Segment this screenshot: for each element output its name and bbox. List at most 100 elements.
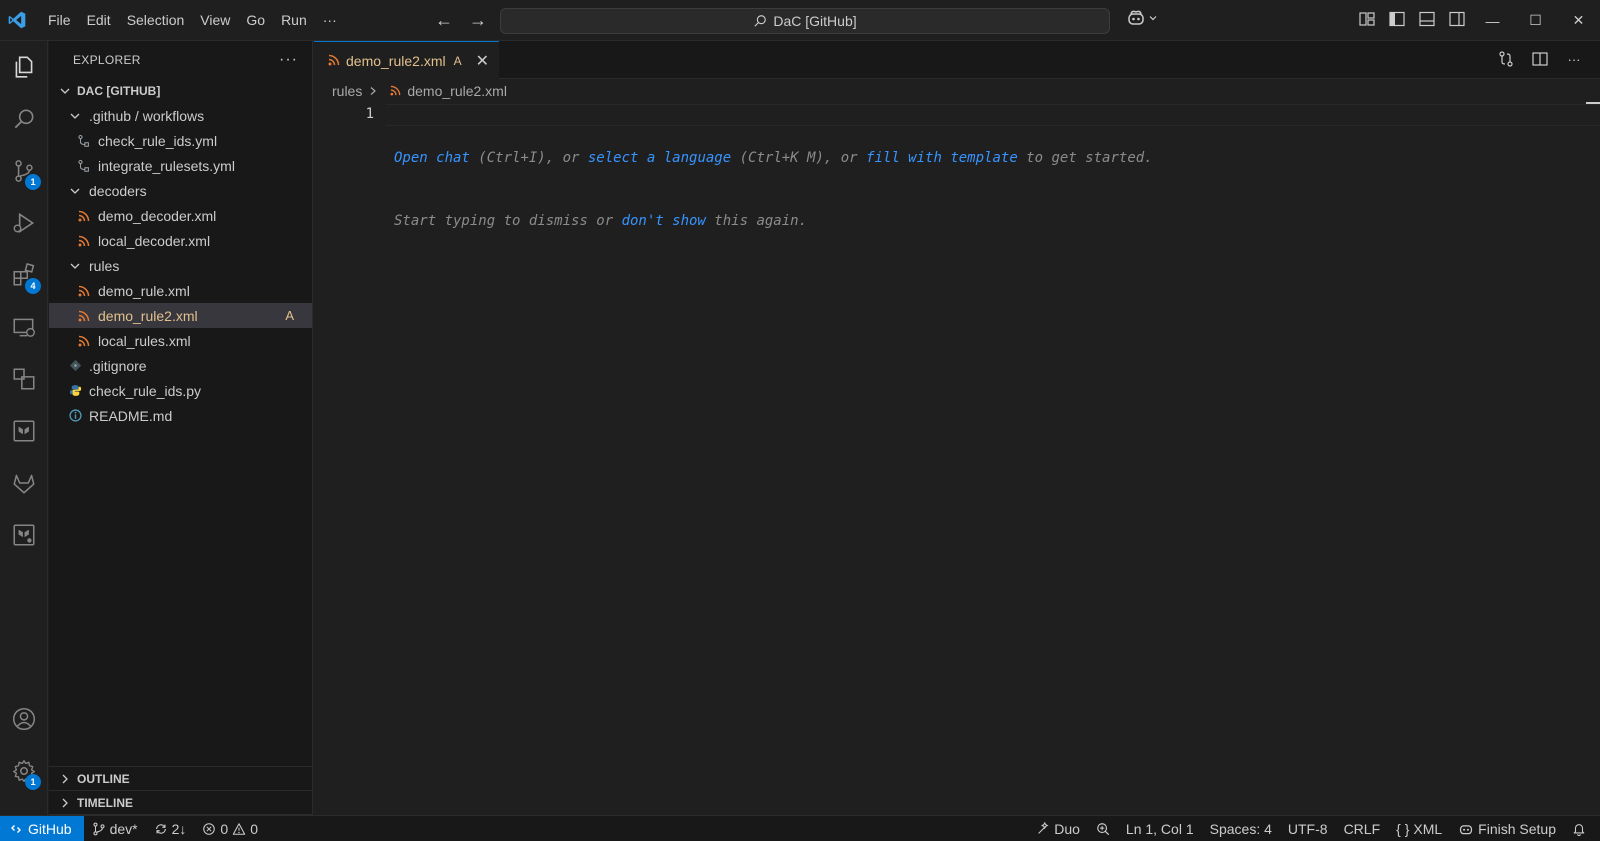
terraform-icon[interactable] — [0, 407, 48, 455]
accounts-icon[interactable] — [0, 695, 48, 743]
containers-icon[interactable] — [0, 355, 48, 403]
minimize-icon[interactable]: — — [1471, 0, 1514, 41]
menu-go[interactable]: Go — [238, 8, 273, 32]
file-item[interactable]: integrate_rulesets.yml — [49, 153, 312, 178]
timeline-section[interactable]: TIMELINE — [49, 791, 313, 815]
command-center[interactable]: DaC [GitHub] — [500, 8, 1110, 34]
branch-indicator[interactable]: dev* — [84, 816, 146, 841]
timeline-label: TIMELINE — [77, 795, 133, 810]
open-changes-icon[interactable] — [1496, 49, 1516, 69]
navigation-arrows: ← → — [432, 8, 490, 32]
language-mode[interactable]: { } XML — [1388, 816, 1450, 841]
folder-item[interactable]: rules — [49, 253, 312, 278]
run-debug-icon[interactable] — [0, 199, 48, 247]
menu-file[interactable]: File — [40, 8, 79, 32]
editor-area[interactable]: 1 Open chat (Ctrl+I), or select a langua… — [314, 102, 1600, 815]
search-icon[interactable] — [0, 95, 48, 143]
settings-gear-icon[interactable]: 1 — [0, 747, 48, 795]
file-item[interactable]: local_decoder.xml — [49, 228, 312, 253]
duo-indicator[interactable]: Duo — [1028, 816, 1088, 841]
file-name: .github / workflows — [89, 107, 205, 124]
file-item[interactable]: demo_decoder.xml — [49, 203, 312, 228]
menu-view[interactable]: View — [192, 8, 238, 32]
hint-link[interactable]: select a language — [588, 150, 731, 166]
file-item[interactable]: README.md — [49, 403, 312, 428]
indentation[interactable]: Spaces: 4 — [1202, 816, 1280, 841]
file-name: check_rule_ids.yml — [98, 132, 218, 149]
customize-layout-icon[interactable] — [1358, 10, 1376, 28]
line-ending[interactable]: CRLF — [1336, 816, 1389, 841]
breadcrumb-folder[interactable]: rules — [332, 83, 362, 99]
explorer-header: EXPLORER ··· — [49, 41, 312, 79]
info-icon — [67, 408, 83, 424]
file-name: local_decoder.xml — [98, 232, 211, 249]
encoding[interactable]: UTF-8 — [1280, 816, 1336, 841]
folder-item[interactable]: decoders — [49, 178, 312, 203]
forward-arrow-icon[interactable]: → — [466, 8, 490, 32]
editor-tabs: demo_rule2.xml A ✕ ··· — [314, 41, 1600, 79]
maximize-icon[interactable]: ☐ — [1514, 0, 1557, 41]
git-status-badge: A — [285, 308, 294, 323]
zoom-indicator[interactable] — [1088, 816, 1118, 841]
file-item[interactable]: check_rule_ids.py — [49, 378, 312, 403]
rss-xml-icon — [76, 333, 92, 349]
toggle-panel-icon[interactable] — [1418, 10, 1436, 28]
workspace-root[interactable]: DAC [GITHUB] — [49, 79, 312, 103]
hint-link[interactable]: fill with template — [866, 150, 1018, 166]
more-actions-icon[interactable]: ··· — [1564, 49, 1584, 69]
remote-indicator[interactable]: GitHub — [0, 815, 84, 841]
remote-explorer-icon[interactable] — [0, 303, 48, 351]
extensions-icon[interactable]: 4 — [0, 251, 48, 299]
tab-demo-rule2[interactable]: demo_rule2.xml A ✕ — [314, 41, 499, 79]
file-item[interactable]: demo_rule2.xml A — [49, 303, 312, 328]
finish-setup-label: Finish Setup — [1478, 820, 1556, 837]
warning-icon — [232, 822, 246, 835]
menu-run[interactable]: Run — [273, 8, 315, 32]
toggle-primary-sidebar-icon[interactable] — [1388, 10, 1406, 28]
problems-indicator[interactable]: 0 0 — [194, 816, 266, 841]
folder-item[interactable]: .github / workflows — [49, 103, 312, 128]
close-window-icon[interactable]: ✕ — [1557, 0, 1600, 41]
breadcrumb-file[interactable]: demo_rule2.xml — [407, 83, 507, 99]
toggle-secondary-sidebar-icon[interactable] — [1448, 10, 1466, 28]
copilot-button[interactable] — [1126, 9, 1158, 27]
menu-more[interactable]: ··· — [315, 8, 345, 32]
hint-link[interactable]: Open chat — [394, 150, 470, 166]
hint-link[interactable]: don't show — [622, 213, 706, 229]
duo-label: Duo — [1054, 820, 1080, 837]
terraform-cloud-icon[interactable] — [0, 511, 48, 559]
close-icon[interactable]: ✕ — [476, 51, 489, 71]
settings-badge: 1 — [25, 774, 41, 790]
outline-section[interactable]: OUTLINE — [49, 767, 313, 791]
file-name: demo_rule.xml — [98, 282, 190, 299]
hint-text: this again. — [705, 213, 808, 229]
explorer-icon[interactable] — [0, 43, 48, 91]
menu-selection[interactable]: Selection — [119, 8, 193, 32]
explorer-more-actions[interactable]: ··· — [279, 51, 298, 69]
notifications-bell-icon[interactable] — [1564, 816, 1600, 841]
file-item[interactable]: local_rules.xml — [49, 328, 312, 353]
sync-indicator[interactable]: 2↓ — [146, 816, 195, 841]
back-arrow-icon[interactable]: ← — [432, 8, 456, 32]
braces-icon: { } — [1396, 820, 1410, 837]
search-icon — [754, 15, 767, 27]
cursor-position[interactable]: Ln 1, Col 1 — [1118, 816, 1202, 841]
file-item[interactable]: check_rule_ids.yml — [49, 128, 312, 153]
menu-edit[interactable]: Edit — [79, 8, 119, 32]
file-name: decoders — [89, 182, 147, 199]
file-tree: .github / workflows check_rule_ids.ymlint… — [49, 103, 312, 428]
window-title: DaC [GitHub] — [773, 13, 857, 29]
file-item[interactable]: .gitignore — [49, 353, 312, 378]
workflow-icon — [76, 133, 92, 149]
rss-xml-icon — [76, 308, 92, 324]
source-control-icon[interactable]: 1 — [0, 147, 48, 195]
empty-editor-hint: Open chat (Ctrl+I), or select a language… — [394, 106, 1153, 274]
split-editor-icon[interactable] — [1530, 49, 1550, 69]
window-controls: — ☐ ✕ — [1471, 0, 1600, 41]
finish-setup[interactable]: Finish Setup — [1450, 816, 1564, 841]
sync-label: 2↓ — [171, 820, 187, 837]
gitlab-icon[interactable] — [0, 459, 48, 507]
hint-line-2: Start typing to dismiss or don't show th… — [394, 211, 1153, 232]
warnings-count: 0 — [250, 820, 258, 837]
file-item[interactable]: demo_rule.xml — [49, 278, 312, 303]
